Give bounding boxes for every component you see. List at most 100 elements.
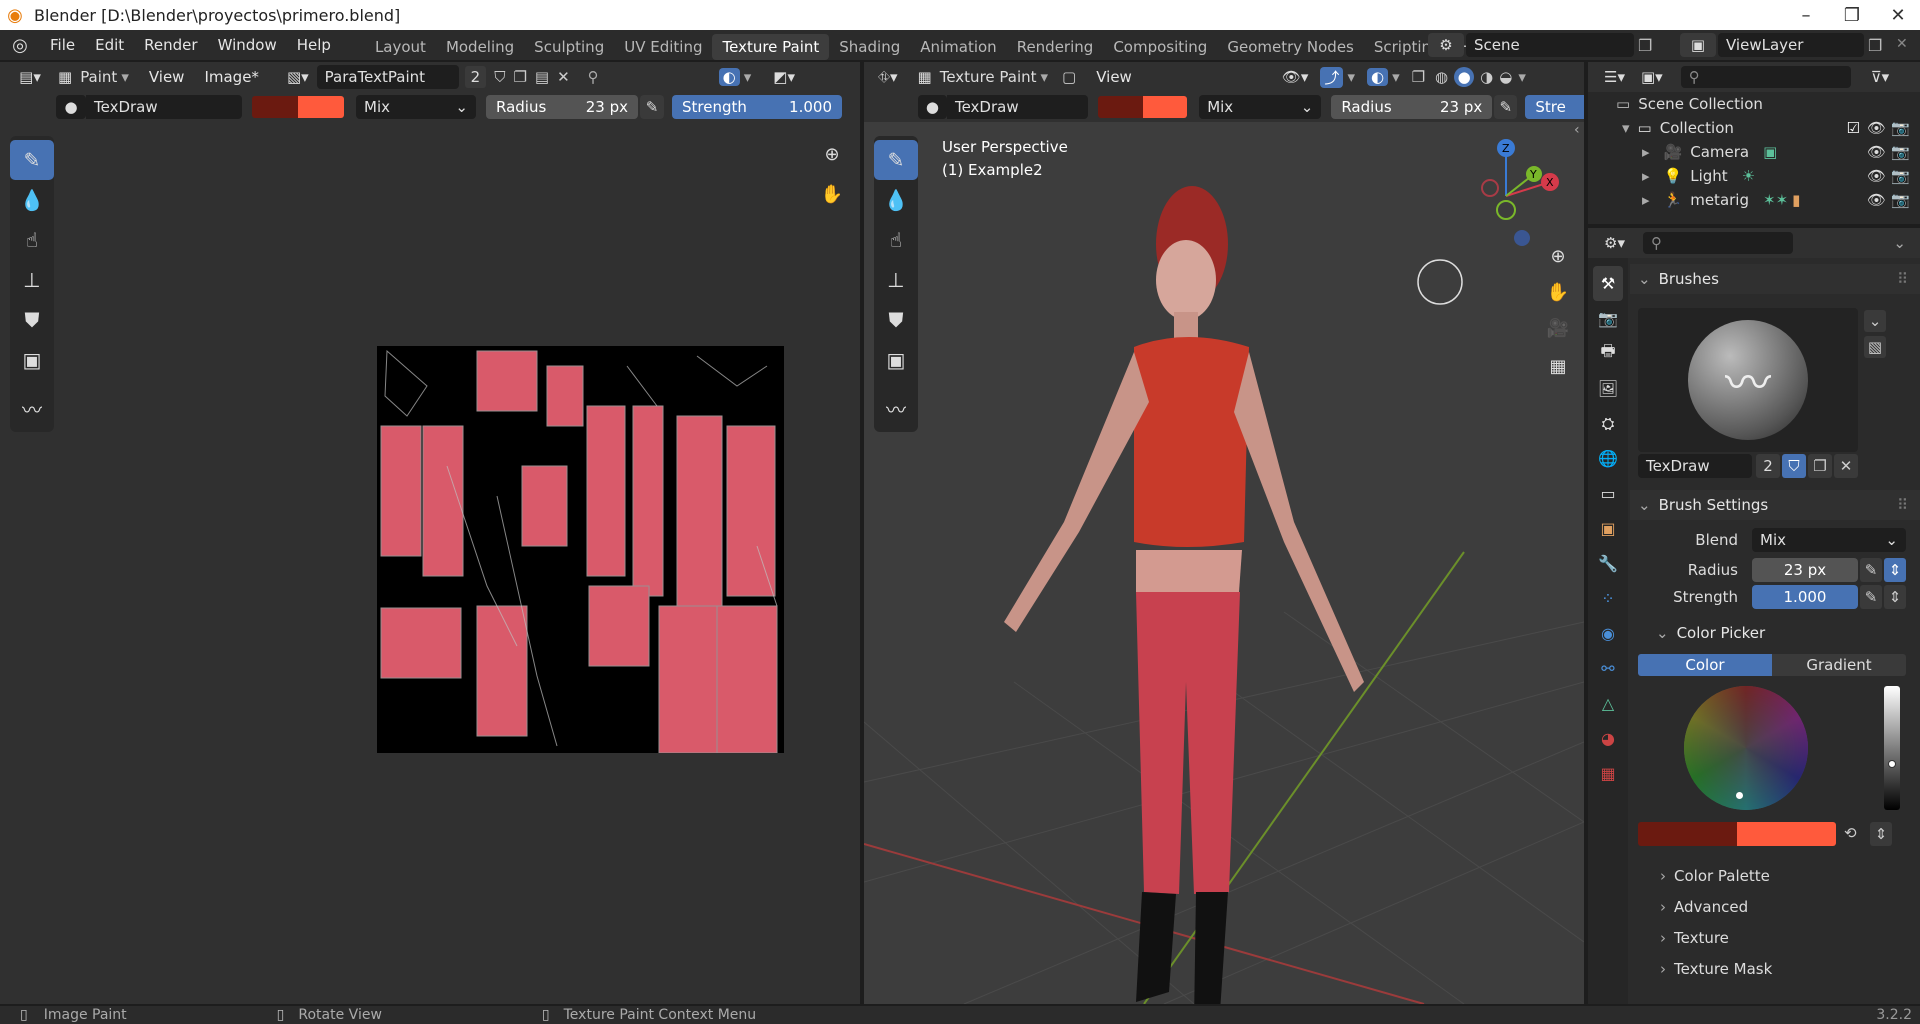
expand-arrow-icon[interactable]: ▸ — [1642, 191, 1650, 209]
zoom-icon[interactable]: ⊕ — [818, 140, 846, 168]
editor-type-icon[interactable]: ☰▾ — [1604, 68, 1625, 86]
view-layer-tab-icon[interactable]: 🖼 — [1593, 371, 1623, 406]
color-palette-subpanel[interactable]: › Color Palette — [1630, 860, 1920, 891]
tab-geometry-nodes[interactable]: Geometry Nodes — [1217, 34, 1364, 60]
render-camera-icon[interactable]: 📷 — [1891, 143, 1910, 161]
properties-search-input[interactable]: ⚲ — [1642, 232, 1793, 254]
physics-tab-icon[interactable]: ◉ — [1593, 616, 1623, 651]
open-image-icon[interactable]: ▤ — [535, 68, 549, 86]
collection-tab-icon[interactable]: ▭ — [1593, 476, 1623, 511]
annotate-tool-icon[interactable]: 〰 — [10, 388, 54, 428]
unlink-brush-icon[interactable]: ✕ — [1834, 454, 1858, 478]
fake-user-shield-icon[interactable]: ⛉ — [1782, 454, 1806, 478]
blend-dropdown[interactable]: Mix ⌄ — [1752, 528, 1906, 552]
face-mask-icon[interactable]: ▢ — [1062, 68, 1076, 86]
advanced-subpanel[interactable]: › Advanced — [1630, 891, 1920, 922]
texture-mask-subpanel[interactable]: › Texture Mask — [1630, 953, 1920, 984]
outliner-item-camera[interactable]: ▸ 🎥 Camera ▣ 👁 📷 — [1588, 140, 1920, 164]
new-scene-icon[interactable]: ❐ — [1638, 36, 1652, 55]
menu-view[interactable]: View — [1086, 62, 1142, 92]
strength-pressure-icon[interactable]: ✎ — [1860, 585, 1882, 609]
editor-type-icon[interactable]: ⚙▾ — [1604, 234, 1625, 252]
expand-arrow-icon[interactable]: ▾ — [1622, 119, 1630, 137]
brush-color-swatch[interactable] — [252, 96, 344, 118]
render-camera-icon[interactable]: 📷 — [1891, 119, 1910, 137]
brush-specials-icon[interactable]: ⌄ — [1864, 310, 1886, 332]
menu-view[interactable]: View — [139, 62, 195, 92]
pressure-icon[interactable]: ✎ — [1494, 95, 1518, 119]
solid-shading-icon[interactable]: ● — [1454, 67, 1475, 87]
brush-color-swatch[interactable] — [1098, 96, 1188, 118]
texture-subpanel[interactable]: › Texture — [1630, 922, 1920, 953]
pin-icon[interactable]: ⚲ — [588, 68, 599, 86]
new-view-layer-icon[interactable]: ❐ — [1868, 36, 1882, 55]
particles-tab-icon[interactable]: ⁘ — [1593, 581, 1623, 616]
mode-dropdown[interactable]: Texture Paint — [940, 68, 1037, 86]
tab-sculpting[interactable]: Sculpting — [524, 34, 614, 60]
tab-shading[interactable]: Shading — [829, 34, 910, 60]
minimize-button[interactable]: – — [1783, 0, 1829, 30]
rendered-shading-icon[interactable]: ◒ — [1499, 68, 1512, 86]
close-window-button[interactable]: ✕ — [1875, 0, 1920, 30]
tool-tab-icon[interactable]: ⚒ — [1593, 266, 1623, 301]
material-tab-icon[interactable]: ◕ — [1593, 721, 1623, 756]
exclude-checkbox-icon[interactable]: ☑ — [1847, 119, 1860, 137]
mode-dropdown[interactable]: Paint — [80, 68, 117, 86]
filter-icon[interactable]: ⊽▾ — [1871, 68, 1890, 86]
duplicate-brush-icon[interactable]: ❐ — [1808, 454, 1832, 478]
wireframe-shading-icon[interactable]: ◍ — [1435, 68, 1448, 86]
brush-preview[interactable]: 〰 — [1638, 308, 1858, 452]
outliner-item-metarig[interactable]: ▸ 🏃 metarig ✶✶ ▮ 👁 📷 — [1588, 188, 1920, 212]
render-camera-icon[interactable]: 📷 — [1891, 167, 1910, 185]
collection-row[interactable]: ▾ ▭ Collection ☑ 👁 📷 — [1588, 116, 1920, 140]
display-mode-icon[interactable]: ▣▾ — [1641, 68, 1663, 86]
view-layer-field[interactable]: ViewLayer — [1718, 33, 1864, 57]
smear-tool-icon[interactable]: ☝ — [10, 220, 54, 260]
menu-help[interactable]: Help — [287, 30, 341, 60]
scene-tab-icon[interactable]: ⛭ — [1593, 406, 1623, 441]
strength-unified-icon[interactable]: ⇕ — [1884, 585, 1906, 609]
drag-handle-icon[interactable]: ⠿ — [1897, 496, 1908, 514]
color-unified-icon[interactable]: ⇕ — [1870, 822, 1892, 846]
uv-texture-image[interactable] — [377, 346, 784, 753]
value-slider[interactable] — [1884, 686, 1900, 810]
drag-handle-icon[interactable]: ⠿ — [1897, 270, 1908, 288]
pressure-icon[interactable]: ✎ — [640, 95, 664, 119]
radius-unit-icon[interactable]: ⇕ — [1884, 558, 1906, 582]
brush-browse-icon[interactable]: ● — [56, 95, 86, 119]
brush-name-field[interactable]: TexDraw — [1638, 454, 1752, 478]
unlink-image-icon[interactable]: ✕ — [557, 68, 570, 86]
outliner-search-input[interactable]: ⚲ — [1680, 66, 1851, 88]
constraints-tab-icon[interactable]: ⚯ — [1593, 651, 1623, 686]
eye-icon[interactable]: 👁 — [1867, 143, 1886, 161]
image-browse-icon[interactable]: ▧▾ — [287, 68, 309, 86]
pan-hand-icon[interactable]: ✋ — [818, 180, 846, 208]
maximize-button[interactable]: ❐ — [1829, 0, 1875, 30]
viewport-scene[interactable] — [864, 122, 1584, 1004]
visibility-icon[interactable]: 👁▾ — [1282, 68, 1309, 86]
tab-rendering[interactable]: Rendering — [1007, 34, 1104, 60]
radius-slider[interactable]: Radius 23 px — [486, 95, 638, 119]
strength-slider[interactable]: Strength 1.000 — [672, 95, 842, 119]
modifier-tab-icon[interactable]: 🔧 — [1593, 546, 1623, 581]
world-tab-icon[interactable]: 🌐 — [1593, 441, 1623, 476]
material-shading-icon[interactable]: ◑ — [1480, 68, 1493, 86]
scene-collection-row[interactable]: ▭ Scene Collection — [1588, 92, 1920, 116]
brush-image-icon[interactable]: ▧ — [1864, 336, 1886, 358]
draw-tool-icon[interactable]: ✎ — [10, 140, 54, 180]
brush-browse-icon[interactable]: ● — [918, 95, 947, 119]
scene-selector-icon[interactable]: ⚙ — [1428, 33, 1464, 57]
menu-window[interactable]: Window — [208, 30, 287, 60]
options-chevron-icon[interactable]: ⌄ — [1893, 234, 1906, 252]
tab-texture-paint[interactable]: Texture Paint — [712, 34, 830, 60]
eye-icon[interactable]: 👁 — [1867, 167, 1886, 185]
mask-tool-icon[interactable]: ▣ — [10, 340, 54, 380]
image-name-field[interactable]: ParaTextPaint — [316, 65, 459, 89]
duplicate-image-icon[interactable]: ❐ — [513, 68, 526, 86]
gradient-tab[interactable]: Gradient — [1772, 654, 1906, 676]
swap-colors-icon[interactable]: ⟲ — [1844, 824, 1857, 842]
menu-file[interactable]: File — [40, 30, 85, 60]
overlay-toggle-icon[interactable]: ◐ — [718, 68, 740, 86]
primary-secondary-color[interactable] — [1638, 822, 1836, 846]
tab-compositing[interactable]: Compositing — [1103, 34, 1217, 60]
